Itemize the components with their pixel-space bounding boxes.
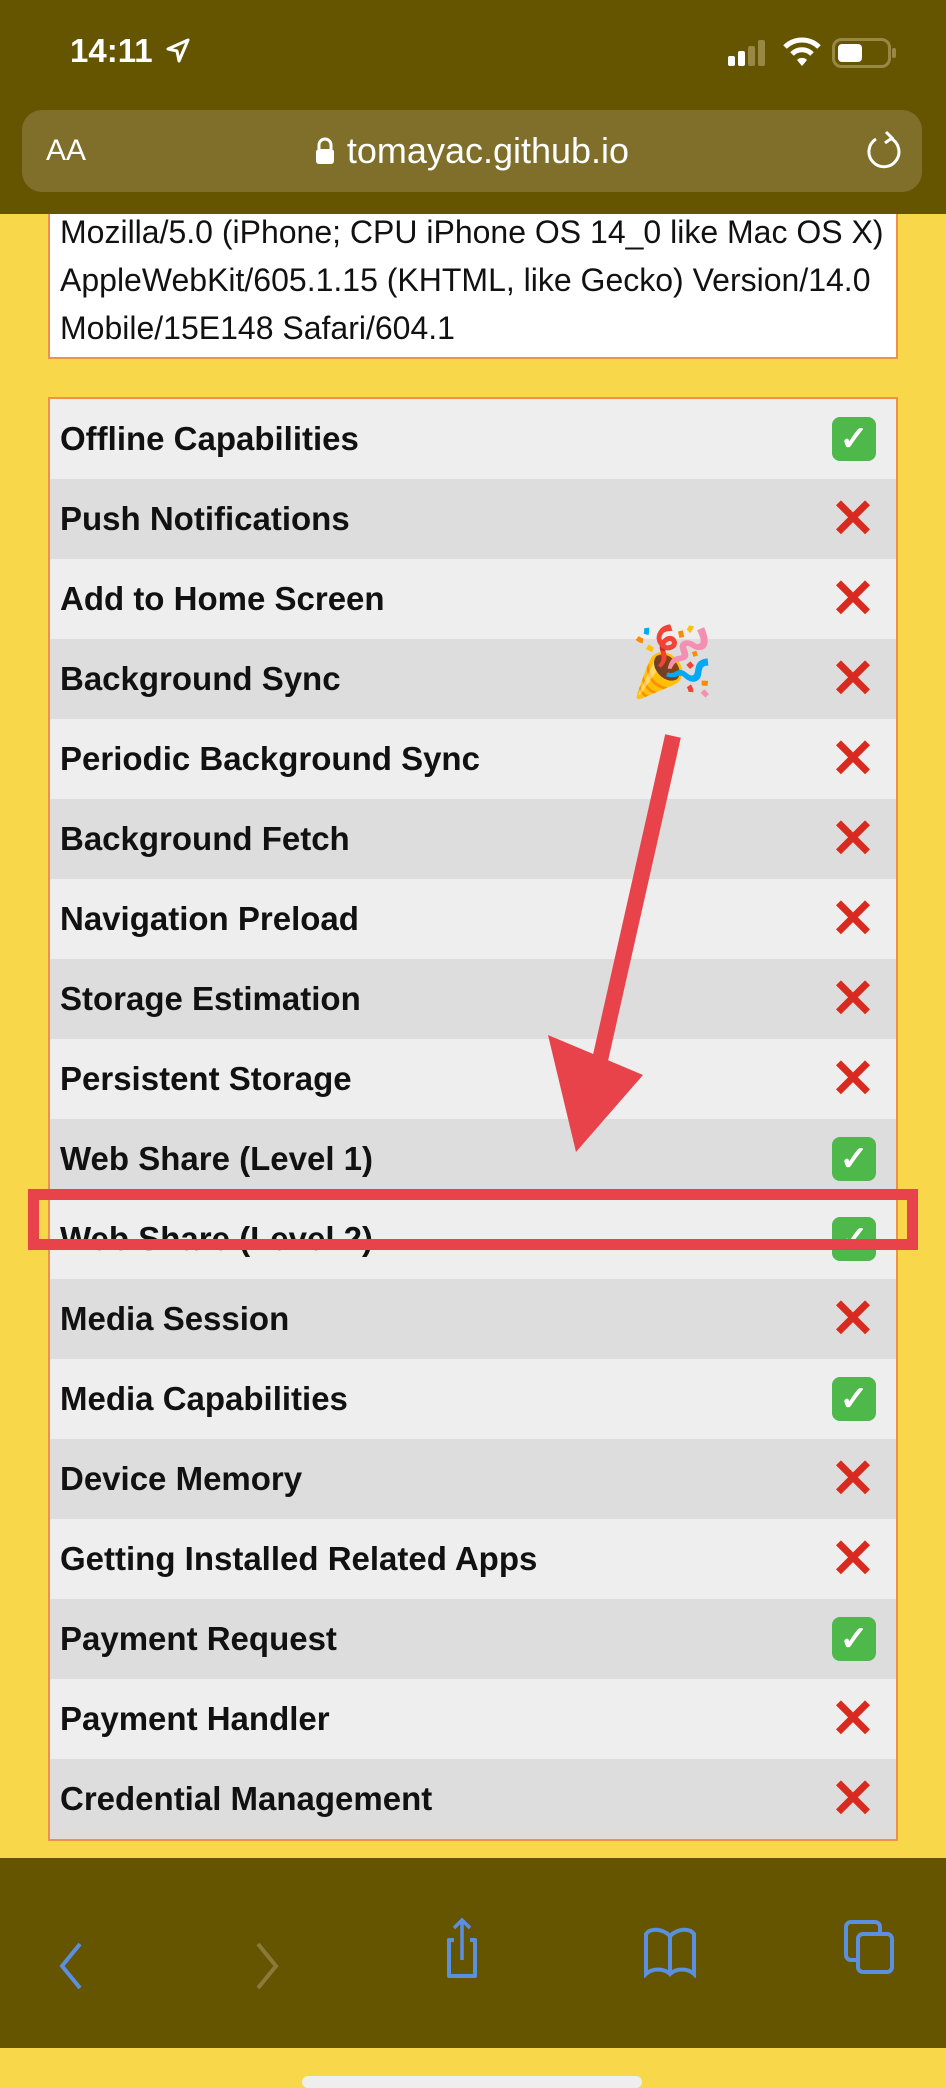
feature-name: Payment Handler [60, 1700, 330, 1737]
status-time: 14:11 [70, 32, 153, 69]
check-mark-icon: ✓ [832, 1377, 876, 1421]
bottom-toolbar [0, 1858, 946, 2088]
cross-mark-icon: ✕ [830, 1769, 876, 1829]
cross-mark-icon: ✕ [830, 1529, 876, 1589]
feature-name: Media Session [60, 1300, 290, 1337]
lock-icon [315, 137, 334, 164]
home-indicator[interactable] [302, 2076, 642, 2088]
reload-icon[interactable] [864, 130, 904, 172]
back-icon[interactable] [56, 1942, 86, 1990]
feature-row: Payment Request ✓ [50, 1599, 896, 1679]
wifi-icon [783, 37, 821, 66]
location-icon [166, 38, 190, 63]
cross-mark-icon: ✕ [830, 1689, 876, 1749]
url-text: tomayac.github.io [346, 130, 630, 171]
party-popper-icon: 🎉 [630, 624, 715, 700]
tabs-icon[interactable] [844, 1920, 896, 1976]
feature-name: Device Memory [60, 1460, 303, 1497]
feature-row: Payment Handler ✕ [50, 1679, 896, 1759]
feature-row: Getting Installed Related Apps ✕ [50, 1519, 896, 1599]
feature-row: Device Memory ✕ [50, 1439, 896, 1519]
status-and-address-bar: 14:11 AA tomayac.github.io [0, 0, 946, 214]
feature-name: Media Capabilities [60, 1380, 348, 1417]
feature-name: Payment Request [60, 1620, 337, 1657]
cross-mark-icon: ✕ [830, 1449, 876, 1509]
share-icon[interactable] [446, 1918, 478, 1980]
battery-icon [832, 38, 896, 68]
address-bar[interactable]: AA tomayac.github.io [22, 110, 922, 192]
forward-icon[interactable] [252, 1942, 282, 1990]
feature-row: Media Capabilities ✓ [50, 1359, 896, 1439]
feature-row: Credential Management ✕ [50, 1759, 896, 1839]
check-mark-icon: ✓ [832, 1617, 876, 1661]
url-field[interactable]: tomayac.github.io [22, 130, 922, 172]
bookmarks-icon[interactable] [642, 1926, 698, 1978]
signal-icon [728, 40, 765, 66]
feature-name: Getting Installed Related Apps [60, 1540, 538, 1577]
feature-name: Credential Management [60, 1780, 433, 1817]
cross-mark-icon: ✕ [830, 1289, 876, 1349]
